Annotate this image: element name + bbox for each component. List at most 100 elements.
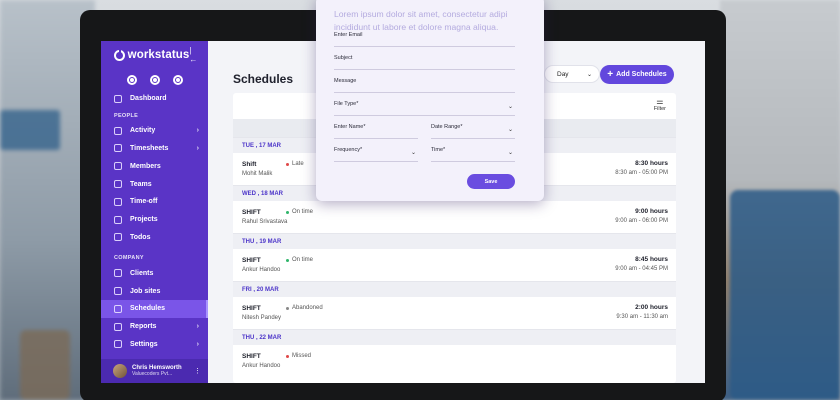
table-row[interactable]: SHIFT Nitesh Pandey Abandoned 2:00 hours… (233, 297, 676, 329)
teams-icon (114, 180, 122, 189)
status-dot-icon (286, 210, 289, 214)
date-row: THU , 22 MAR (233, 329, 676, 345)
settings-icon (114, 340, 122, 349)
shift-time-range: 8:30 am - 05:00 PM (615, 170, 668, 176)
chevron-down-icon: ⌄ (410, 150, 416, 156)
save-button[interactable]: Save (467, 174, 515, 189)
status-text: Late (292, 161, 304, 167)
dashboard-icon (114, 94, 122, 103)
filter-button[interactable]: ⚌ Filter (654, 97, 666, 113)
shift-label: SHIFT (242, 305, 261, 312)
timer-icon[interactable] (149, 75, 160, 85)
table-row[interactable]: SHIFT Ankur Handoo Missed (233, 345, 676, 377)
message-field[interactable]: Message (334, 78, 515, 93)
sidebar-item-time-off[interactable]: Time-off (101, 193, 208, 211)
status-badge: Late (286, 161, 304, 167)
status-text: Abandoned (292, 305, 323, 311)
activity-icon (114, 126, 122, 135)
chevron-down-icon: ⌄ (507, 150, 513, 156)
job-sites-icon (114, 287, 122, 296)
shift-time-range: 9:30 am - 11:30 am (616, 314, 668, 320)
sidebar-item-dashboard[interactable]: Dashboard (101, 90, 208, 108)
members-icon (114, 162, 122, 171)
file-type-label: File Type* (334, 101, 359, 107)
sidebar-item-label: Settings (130, 340, 158, 348)
chevron-down-icon: ⌄ (586, 71, 592, 78)
date-range-label: Date Range* (431, 124, 463, 130)
sidebar-item-settings[interactable]: Settings › (101, 336, 208, 354)
frequency-label: Frequency* (334, 147, 363, 153)
projects-icon (114, 215, 122, 224)
status-badge: On time (286, 209, 313, 215)
compose-modal: Lorem ipsum dolor sit amet, consectetur … (316, 0, 544, 201)
sidebar-item-activity[interactable]: Activity › (101, 122, 208, 140)
table-row[interactable]: SHIFT Rahul Srivastava On time 9:00 hour… (233, 201, 676, 233)
modal-description: Lorem ipsum dolor sit amet, consectetur … (334, 9, 508, 32)
employee-name: Nitesh Pandey (242, 315, 282, 321)
collapse-sidebar-icon[interactable]: |← (189, 46, 199, 64)
more-options-icon[interactable]: ⋮ (194, 367, 201, 375)
time-off-icon (114, 197, 122, 206)
sidebar-item-schedules[interactable]: Schedules (101, 299, 208, 318)
message-label: Message (334, 78, 357, 84)
date-range-select[interactable]: Date Range* ⌄ (431, 124, 515, 139)
name-field[interactable]: Enter Name* (334, 124, 418, 139)
status-text: On time (292, 209, 314, 215)
user-profile[interactable]: Chris Hemsworth Valuecoders Pvt... ⋮ (101, 359, 208, 383)
shift-time-range: 9:00 am - 04:45 PM (615, 266, 668, 272)
shift-hours: 2:00 hours (635, 304, 668, 311)
schedules-icon (114, 304, 122, 313)
sidebar-item-job-sites[interactable]: Job sites (101, 282, 208, 300)
sidebar-nav: Dashboard PEOPLE Activity › Timesheets ›… (101, 90, 208, 353)
user-info: Chris Hemsworth Valuecoders Pvt... (132, 365, 182, 378)
name-label: Enter Name* (334, 124, 366, 130)
employee-name: Ankur Handoo (242, 363, 281, 369)
sidebar-item-label: Reports (130, 323, 157, 331)
timesheets-icon (114, 144, 122, 153)
background-right (720, 0, 840, 400)
table-row[interactable]: SHIFT Ankur Handoo On time 8:45 hours 9:… (233, 249, 676, 281)
sidebar-item-label: Members (130, 162, 161, 170)
shift-label: Shift (242, 161, 257, 168)
day-select[interactable]: Day ⌄ (544, 65, 600, 83)
clock-icon[interactable] (126, 75, 137, 85)
todos-icon (114, 233, 122, 242)
status-dot-icon (286, 306, 289, 310)
sidebar-item-label: Projects (130, 216, 158, 224)
power-logo-icon (114, 48, 125, 61)
email-field[interactable]: Enter Email (334, 32, 515, 47)
sidebar-item-projects[interactable]: Projects (101, 211, 208, 229)
sidebar: workstatus |← Dashboard PEOPLE Activity … (101, 41, 208, 383)
sidebar-item-label: Time-off (130, 198, 158, 206)
add-schedules-button[interactable]: + Add Schedules (600, 65, 674, 84)
sidebar-item-reports[interactable]: Reports › (101, 318, 208, 336)
time-select[interactable]: Time* ⌄ (431, 147, 515, 162)
shift-hours: 9:00 hours (635, 208, 668, 215)
chevron-right-icon: › (196, 323, 199, 331)
status-badge: On time (286, 257, 313, 263)
sidebar-item-members[interactable]: Members (101, 157, 208, 175)
user-name: Chris Hemsworth (132, 364, 182, 371)
chevron-right-icon: › (196, 127, 199, 135)
shift-label: SHIFT (242, 209, 261, 216)
file-type-select[interactable]: File Type* ⌄ (334, 101, 515, 116)
plus-icon: + (607, 68, 614, 80)
shift-label: SHIFT (242, 353, 261, 360)
status-badge: Abandoned (286, 305, 323, 311)
filter-icon: ⚌ (656, 97, 664, 106)
employee-name: Mohit Malik (242, 171, 273, 177)
sidebar-item-clients[interactable]: Clients (101, 264, 208, 282)
notification-icon[interactable] (172, 75, 183, 85)
subject-label: Subject (334, 55, 353, 61)
sidebar-item-todos[interactable]: Todos (101, 229, 208, 247)
shift-hours: 8:45 hours (635, 256, 668, 263)
sidebar-item-label: Timesheets (130, 144, 169, 152)
frequency-select[interactable]: Frequency* ⌄ (334, 147, 418, 162)
brand-name: workstatus (127, 49, 190, 61)
brand: workstatus |← (101, 41, 208, 64)
email-label: Enter Email (334, 32, 363, 38)
shift-label: SHIFT (242, 257, 261, 264)
sidebar-item-timesheets[interactable]: Timesheets › (101, 140, 208, 158)
sidebar-item-teams[interactable]: Teams (101, 175, 208, 193)
subject-field[interactable]: Subject (334, 55, 515, 70)
